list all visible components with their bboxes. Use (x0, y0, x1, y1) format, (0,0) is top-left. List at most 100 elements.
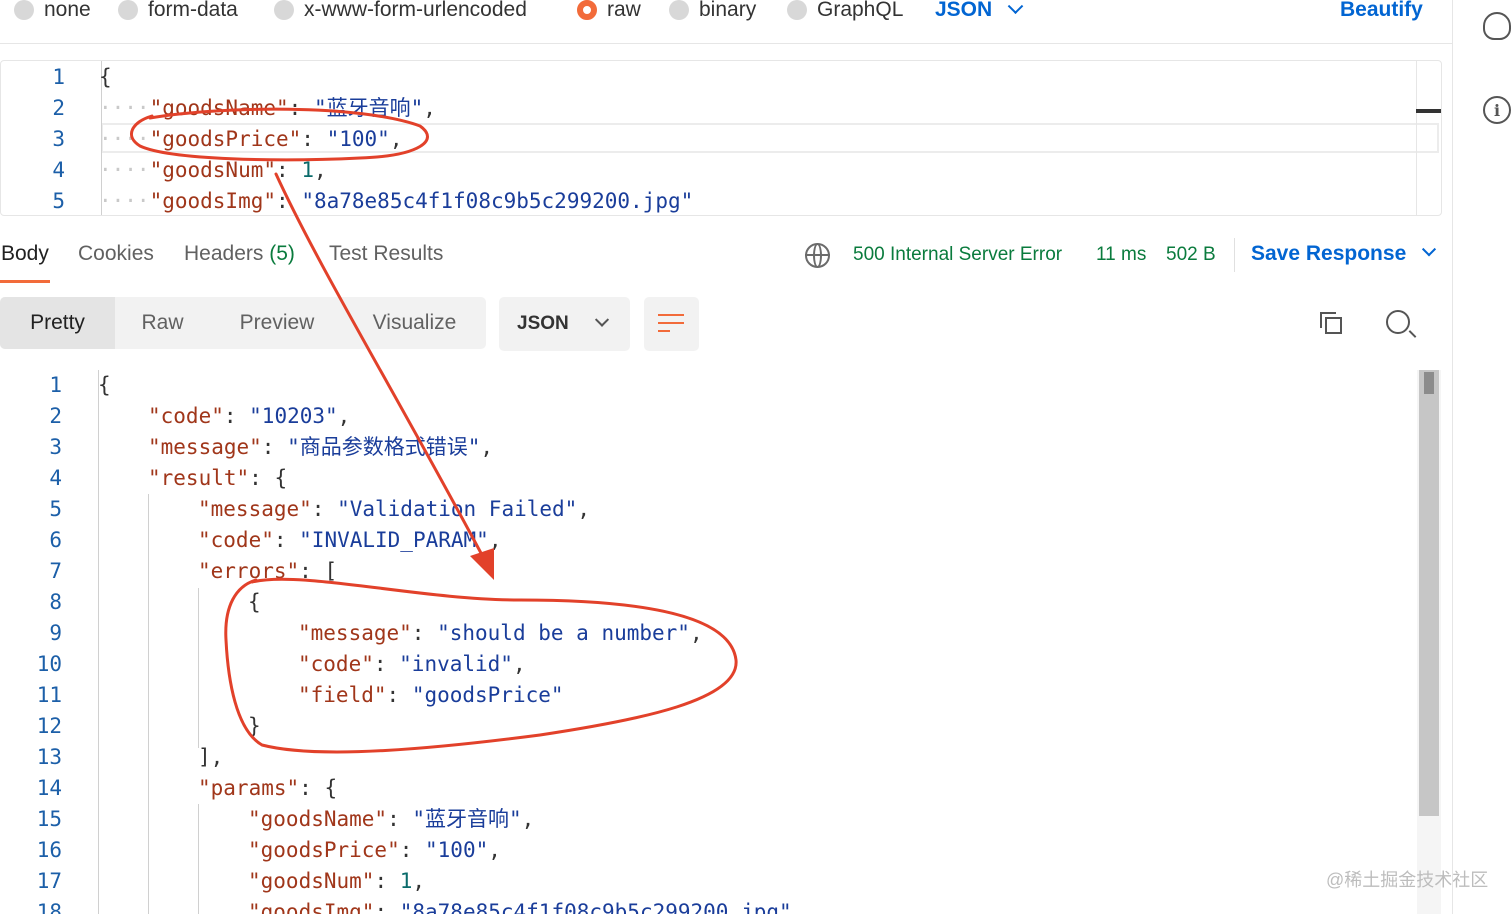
radio-form-data[interactable]: form-data (118, 0, 238, 24)
radio-none[interactable]: none (14, 0, 91, 24)
json-key: "code" (198, 528, 274, 552)
code-punct: : (273, 528, 300, 552)
tab-test-results-label: Test Results (329, 242, 444, 265)
view-raw-button[interactable]: Raw (115, 297, 210, 349)
code-punct: , (337, 404, 351, 428)
wrap-lines-button[interactable] (644, 297, 699, 351)
line-number: 18 (36, 900, 62, 914)
json-key: "goodsPrice" (248, 838, 400, 862)
code-punct: : (299, 559, 325, 583)
copy-icon-front (1325, 317, 1342, 334)
line-number: 4 (49, 466, 62, 490)
json-value: [ (324, 559, 338, 583)
chevron-down-icon (1007, 0, 1024, 14)
code-text: "message": "Validation Failed", (198, 494, 590, 525)
json-key: "code" (148, 404, 224, 428)
tab-test-results[interactable]: Test Results (329, 242, 443, 266)
json-key: "message" (198, 497, 312, 521)
radio-none-dot[interactable] (14, 0, 34, 20)
code-text: "goodsName": "蓝牙音响", (248, 804, 534, 835)
view-preview-button[interactable]: Preview (222, 297, 332, 349)
request-code-line: 4 ····"goodsNum": 1, (1, 155, 1411, 186)
json-value: "invalid" (399, 652, 513, 676)
json-key: "field" (298, 683, 387, 707)
line-number: 5 (49, 497, 62, 521)
view-pretty-button[interactable]: Pretty (0, 297, 115, 349)
code-punct: : (373, 652, 400, 676)
response-format-dropdown[interactable]: JSON (499, 297, 630, 351)
code-punct: , (412, 869, 426, 893)
tab-body[interactable]: Body (1, 242, 49, 266)
code-punct: : (386, 683, 412, 707)
request-code-line: 1{ (1, 62, 1411, 93)
response-code-line: 9 "message": "should be a number", (0, 618, 1410, 649)
code-punct: , (512, 652, 526, 676)
tab-headers-label: Headers (184, 242, 264, 265)
response-code-line: 4 "result": { (0, 463, 1410, 494)
code-punct: , (389, 127, 403, 151)
json-key: "goodsName" (149, 96, 289, 120)
code-text: { (98, 370, 111, 401)
response-time[interactable]: 11 ms (1096, 244, 1146, 266)
response-code-line: 14 "params": { (0, 773, 1410, 804)
response-code-line: 2 "code": "10203", (0, 401, 1410, 432)
radio-raw[interactable]: raw (577, 0, 641, 24)
json-key: "goodsNum" (248, 869, 375, 893)
json-value: "Validation Failed" (337, 497, 578, 521)
code-text: } (248, 711, 261, 742)
json-value: "蓝牙音响" (313, 96, 424, 120)
radio-graphql[interactable]: GraphQL (787, 0, 903, 24)
code-text: "result": { (148, 463, 287, 494)
active-tab-underline (0, 280, 50, 283)
save-response-button[interactable]: Save Response (1251, 242, 1437, 266)
info-icon[interactable]: i (1483, 96, 1511, 124)
toolbar-divider (1234, 238, 1235, 272)
tab-cookies[interactable]: Cookies (78, 242, 154, 266)
code-punct: , (488, 838, 501, 862)
tab-cookies-label: Cookies (78, 242, 154, 265)
code-punct: : (223, 404, 250, 428)
tab-headers[interactable]: Headers (5) (184, 242, 295, 266)
whitespace-dots: ···· (99, 96, 150, 120)
code-text: "code": "invalid", (298, 649, 526, 680)
code-text: "goodsNum": 1, (248, 866, 425, 897)
radio-raw-dot[interactable] (577, 0, 597, 20)
code-punct: , (521, 807, 535, 831)
lightbulb-icon[interactable] (1483, 12, 1511, 40)
whitespace-dots: ···· (99, 189, 150, 213)
code-text: { (248, 587, 261, 618)
code-punct: } (248, 714, 261, 738)
code-punct: : (299, 776, 325, 800)
line-number: 8 (49, 590, 62, 614)
status-text[interactable]: 500 Internal Server Error (853, 244, 1062, 266)
body-format-dropdown[interactable]: JSON (935, 0, 1024, 24)
response-scrollbar-thumb[interactable] (1419, 370, 1439, 816)
search-icon[interactable] (1386, 310, 1410, 334)
view-visualize-button[interactable]: Visualize (352, 297, 477, 349)
json-key: "code" (298, 652, 374, 676)
line-number: 1 (49, 373, 62, 397)
radio-binary-label: binary (699, 0, 757, 21)
line-number: 7 (49, 559, 62, 583)
response-body-viewer[interactable]: 1 {2 "code": "10203", 3 "message": "商品参数格式错误… (0, 370, 1442, 914)
radio-urlencoded[interactable]: x-www-form-urlencoded (274, 0, 527, 24)
code-punct: { (98, 373, 111, 397)
radio-form-data-dot[interactable] (118, 0, 138, 20)
radio-binary[interactable]: binary (669, 0, 756, 24)
radio-binary-dot[interactable] (669, 0, 689, 20)
copy-icon[interactable] (1320, 312, 1342, 334)
globe-icon[interactable] (805, 243, 830, 268)
response-size[interactable]: 502 B (1166, 244, 1216, 266)
code-punct: , (423, 96, 436, 120)
response-code-line: 12} (0, 711, 1410, 742)
json-value: "should be a number" (437, 621, 690, 645)
json-key: "result" (148, 466, 250, 490)
radio-urlencoded-dot[interactable] (274, 0, 294, 20)
code-punct: , (480, 435, 494, 459)
response-code-line: 3 "message": "商品参数格式错误", (0, 432, 1410, 463)
request-body-editor[interactable]: 1{2 ····"goodsName": "蓝牙音响", 3 ····"goodsPr… (0, 60, 1442, 216)
response-scrollbar-grip[interactable] (1424, 372, 1434, 394)
radio-graphql-dot[interactable] (787, 0, 807, 20)
json-value: "100" (326, 127, 390, 151)
beautify-button[interactable]: Beautify (1340, 0, 1423, 24)
